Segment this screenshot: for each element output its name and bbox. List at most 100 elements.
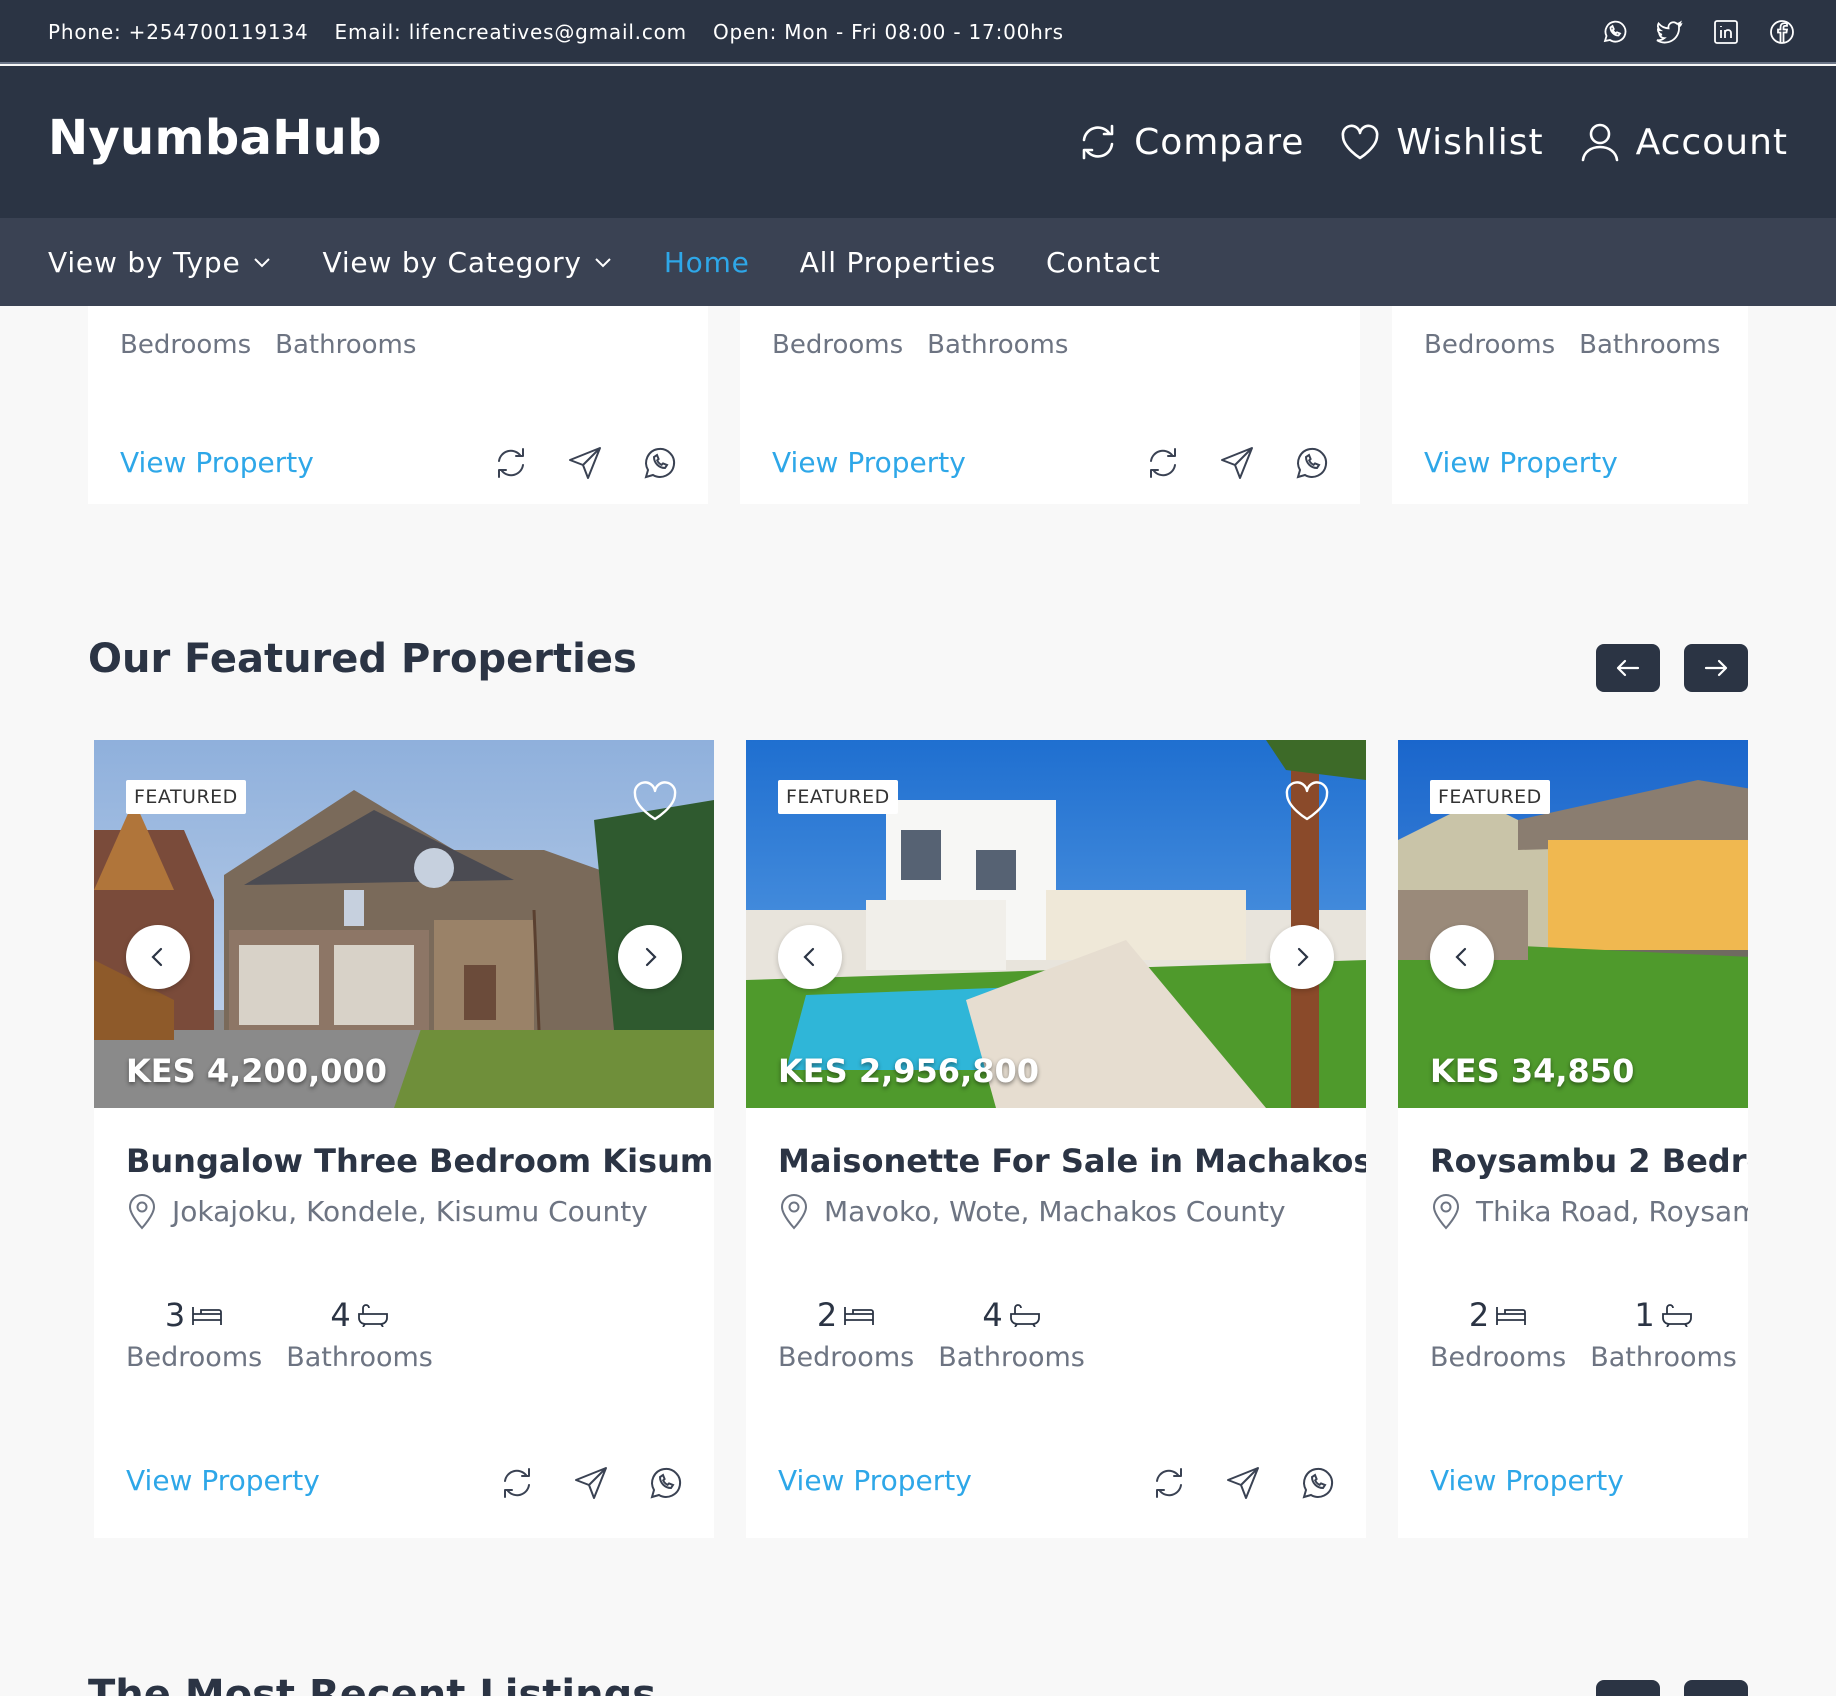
image-next-button[interactable] <box>618 925 682 989</box>
property-price: KES 2,956,800 <box>778 1052 1040 1090</box>
bathrooms-count: 1 <box>1634 1296 1655 1334</box>
bathrooms-label: Bathrooms <box>938 1342 1085 1373</box>
image-prev-button[interactable] <box>126 925 190 989</box>
image-prev-button[interactable] <box>778 925 842 989</box>
main-nav: View by Type View by Category Home All P… <box>0 218 1836 306</box>
featured-badge: FEATURED <box>126 780 246 814</box>
view-property-link[interactable]: View Property <box>772 446 966 479</box>
whatsapp-icon[interactable] <box>1292 444 1330 482</box>
bedrooms-label: Bedrooms <box>120 330 252 360</box>
bathrooms-label: Bathrooms <box>1590 1342 1737 1373</box>
featured-property-card: FEATURED KES 2,956,800 Maisonette For Sa… <box>746 740 1366 1538</box>
view-property-link[interactable]: View Property <box>1430 1464 1624 1497</box>
bathtub-icon <box>357 1303 389 1327</box>
bedrooms-label: Bedrooms <box>126 1342 263 1373</box>
bathrooms-stat: 1 Bathrooms <box>1590 1296 1737 1373</box>
chevron-down-icon <box>251 251 273 273</box>
location-text: Jokajoku, Kondele, Kisumu County <box>172 1194 648 1228</box>
compare-button[interactable]: Compare <box>1076 120 1304 164</box>
bathrooms-label: Bathrooms <box>1579 330 1721 360</box>
email-text[interactable]: Email: lifencreatives@gmail.com <box>335 20 687 44</box>
property-location: Mavoko, Wote, Machakos County <box>778 1192 1286 1230</box>
phone-text[interactable]: Phone: +254700119134 <box>48 20 309 44</box>
view-property-link[interactable]: View Property <box>126 1464 320 1497</box>
wishlist-button[interactable]: Wishlist <box>1338 120 1543 164</box>
account-label: Account <box>1635 121 1788 163</box>
compare-icon[interactable] <box>1150 1464 1188 1502</box>
nav-view-by-category[interactable]: View by Category <box>323 246 614 279</box>
whatsapp-icon[interactable] <box>640 444 678 482</box>
property-image[interactable]: FEATURED KES 2,956,800 <box>746 740 1366 1108</box>
hours-text: Open: Mon - Fri 08:00 - 17:00hrs <box>712 20 1064 44</box>
view-property-link[interactable]: View Property <box>778 1464 972 1497</box>
location-text: Thika Road, Roysambu <box>1476 1194 1748 1228</box>
twitter-icon[interactable] <box>1656 18 1684 46</box>
bathrooms-label: Bathrooms <box>927 330 1069 360</box>
send-icon[interactable] <box>572 1464 610 1502</box>
nav-all-properties[interactable]: All Properties <box>800 246 996 279</box>
view-property-link[interactable]: View Property <box>1424 446 1618 479</box>
wishlist-label: Wishlist <box>1396 121 1544 163</box>
carousel-next-button[interactable] <box>1684 644 1748 692</box>
image-next-button[interactable] <box>1270 925 1334 989</box>
carousel-prev-button[interactable] <box>1596 644 1660 692</box>
site-header: NyumbaHub Compare Wishlist Account <box>0 66 1836 218</box>
facebook-icon[interactable] <box>1768 18 1796 46</box>
featured-section-title: Our Featured Properties <box>88 636 637 682</box>
send-icon[interactable] <box>1224 1464 1262 1502</box>
bedrooms-stat: 3 Bedrooms <box>126 1296 262 1373</box>
send-icon[interactable] <box>566 444 604 482</box>
bathrooms-stat: 4 Bathrooms <box>938 1296 1085 1373</box>
arrow-left-icon <box>1613 653 1643 683</box>
bathrooms-label: Bathrooms <box>286 1342 433 1373</box>
nav-view-by-type[interactable]: View by Type <box>48 246 273 279</box>
property-image[interactable]: FEATURED KES 34,850 <box>1398 740 1748 1108</box>
arrow-right-icon <box>1701 653 1731 683</box>
site-logo[interactable]: NyumbaHub <box>48 110 382 166</box>
bedrooms-count: 3 <box>164 1296 186 1334</box>
map-pin-icon <box>126 1192 158 1230</box>
wishlist-heart-icon[interactable] <box>630 776 680 826</box>
bedrooms-label: Bedrooms <box>772 330 904 360</box>
featured-property-card: FEATURED KES 4,200,000 Bungalow Three Be… <box>94 740 714 1538</box>
map-pin-icon <box>778 1192 810 1230</box>
send-icon[interactable] <box>1218 444 1256 482</box>
bathtub-icon <box>1009 1303 1041 1327</box>
nav-contact[interactable]: Contact <box>1046 246 1161 279</box>
bedrooms-label: Bedrooms <box>1424 330 1556 360</box>
property-title[interactable]: Maisonette For Sale in Machakos <box>778 1142 1366 1180</box>
compare-icon[interactable] <box>492 444 530 482</box>
bathrooms-count: 4 <box>330 1296 351 1334</box>
nav-home[interactable]: Home <box>664 246 750 279</box>
property-location: Jokajoku, Kondele, Kisumu County <box>126 1192 648 1230</box>
property-image[interactable]: FEATURED KES 4,200,000 <box>94 740 714 1108</box>
recent-next-button[interactable] <box>1684 1680 1748 1696</box>
image-prev-button[interactable] <box>1430 925 1494 989</box>
chevron-down-icon <box>592 251 614 273</box>
bedrooms-count: 2 <box>816 1296 838 1334</box>
whatsapp-icon[interactable] <box>646 1464 684 1502</box>
wishlist-heart-icon[interactable] <box>1282 776 1332 826</box>
linkedin-icon[interactable] <box>1712 18 1740 46</box>
account-button[interactable]: Account <box>1578 120 1788 164</box>
top-info-bar: Phone: +254700119134 Email: lifencreativ… <box>0 0 1836 64</box>
compare-icon[interactable] <box>1144 444 1182 482</box>
whatsapp-icon[interactable] <box>1298 1464 1336 1502</box>
nav-label: View by Category <box>322 245 582 279</box>
property-price: KES 4,200,000 <box>126 1052 388 1090</box>
property-title[interactable]: Bungalow Three Bedroom Kisumu <box>126 1142 714 1180</box>
whatsapp-icon[interactable] <box>1600 18 1628 46</box>
bathrooms-count: 4 <box>982 1296 1003 1334</box>
bedrooms-stat: 2 Bedrooms <box>1430 1296 1566 1373</box>
compare-icon[interactable] <box>498 1464 536 1502</box>
user-icon <box>1578 120 1622 164</box>
recent-prev-button[interactable] <box>1596 1680 1660 1696</box>
compare-label: Compare <box>1134 121 1305 163</box>
bathrooms-label: Bathrooms <box>275 330 417 360</box>
bed-icon <box>1495 1303 1527 1327</box>
bedrooms-count: 2 <box>1468 1296 1490 1334</box>
property-title[interactable]: Roysambu 2 Bedroom <box>1430 1142 1748 1180</box>
bedrooms-label: Bedrooms <box>1430 1342 1567 1373</box>
bedrooms-stat: 2 Bedrooms <box>778 1296 914 1373</box>
view-property-link[interactable]: View Property <box>120 446 314 479</box>
